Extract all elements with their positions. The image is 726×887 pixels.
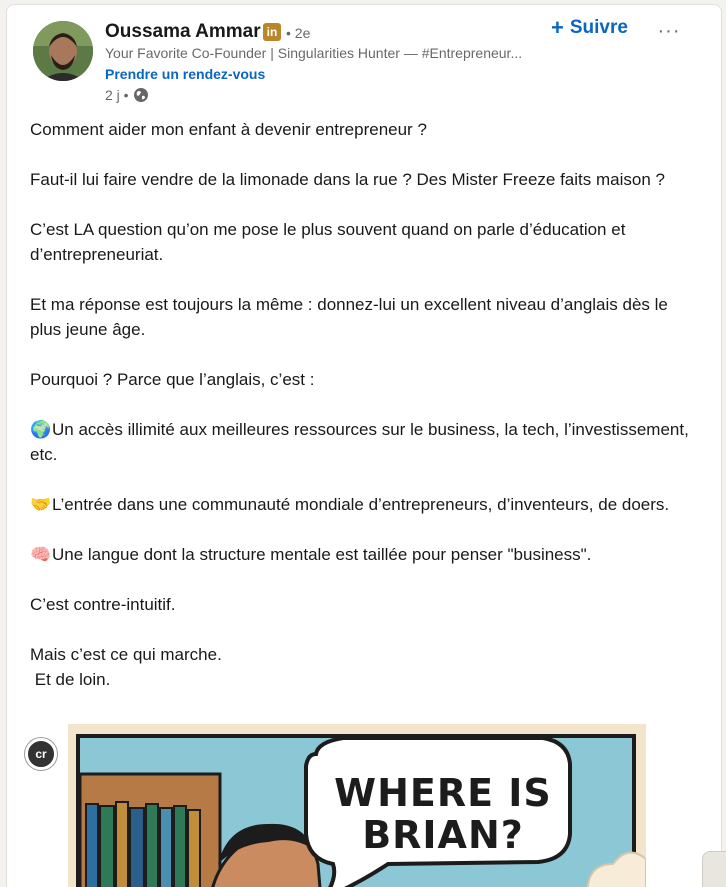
connection-degree: • 2e — [286, 25, 311, 41]
handshake-emoji-icon: 🤝 — [30, 495, 52, 514]
globe-icon — [133, 87, 149, 103]
brain-emoji-icon: 🧠 — [30, 545, 52, 564]
linkedin-premium-badge: in — [263, 23, 281, 41]
post-paragraph: Mais c’est ce qui marche. — [30, 645, 222, 664]
post-paragraph: Faut-il lui faire vendre de la limonade … — [30, 170, 665, 189]
follow-button[interactable]: + Suivre — [551, 17, 628, 39]
follow-label: Suivre — [569, 17, 628, 38]
author-avatar[interactable] — [33, 21, 93, 81]
book-appointment-link[interactable]: Prendre un rendez-vous — [105, 66, 265, 82]
speech-bubble-text: WHERE IS BRIAN? — [328, 772, 558, 856]
post-paragraph: C’est LA question qu’on me pose le plus … — [30, 220, 626, 264]
post-card: Oussama Ammar in • 2e Your Favorite Co-F… — [6, 4, 722, 887]
post-paragraph: C’est contre-intuitif. — [30, 595, 176, 614]
more-options-icon[interactable]: ··· — [655, 17, 683, 45]
post-paragraph: Comment aider mon enfant à devenir entre… — [30, 120, 427, 139]
post-paragraph-text: Une langue dont la structure mentale est… — [52, 545, 592, 564]
bubble-line-1: WHERE IS — [334, 771, 552, 815]
globe-emoji-icon: 🌍 — [30, 420, 52, 439]
post-timestamp: 2 j • — [105, 87, 149, 103]
plus-icon: + — [551, 15, 564, 40]
post-paragraph-text: Un accès illimité aux meilleures ressour… — [30, 420, 689, 464]
post-paragraph-text: L’entrée dans une communauté mondiale d’… — [52, 495, 670, 514]
post-time: 2 j • — [105, 87, 129, 103]
side-thumbnail[interactable] — [702, 851, 726, 887]
content-credentials-badge[interactable]: cr — [25, 738, 57, 770]
post-paragraph-text: Et de loin. — [34, 670, 111, 689]
post-paragraph: 🤝L’entrée dans une communauté mondiale d… — [30, 492, 695, 517]
author-headline: Your Favorite Co-Founder | Singularities… — [105, 45, 523, 61]
post-paragraph: Et de loin. — [30, 667, 695, 692]
post-paragraph: 🌍Un accès illimité aux meilleures ressou… — [30, 417, 695, 467]
post-paragraph: Et ma réponse est toujours la même : don… — [30, 295, 668, 339]
post-paragraph: 🧠Une langue dont la structure mentale es… — [30, 542, 695, 567]
author-name[interactable]: Oussama Ammar — [105, 21, 261, 43]
bubble-line-2: BRIAN? — [362, 813, 524, 857]
post-image[interactable]: WHERE IS BRIAN? — [68, 724, 646, 887]
post-paragraph: Pourquoi ? Parce que l’anglais, c’est : — [30, 370, 315, 389]
post-text: Comment aider mon enfant à devenir entre… — [30, 117, 695, 692]
